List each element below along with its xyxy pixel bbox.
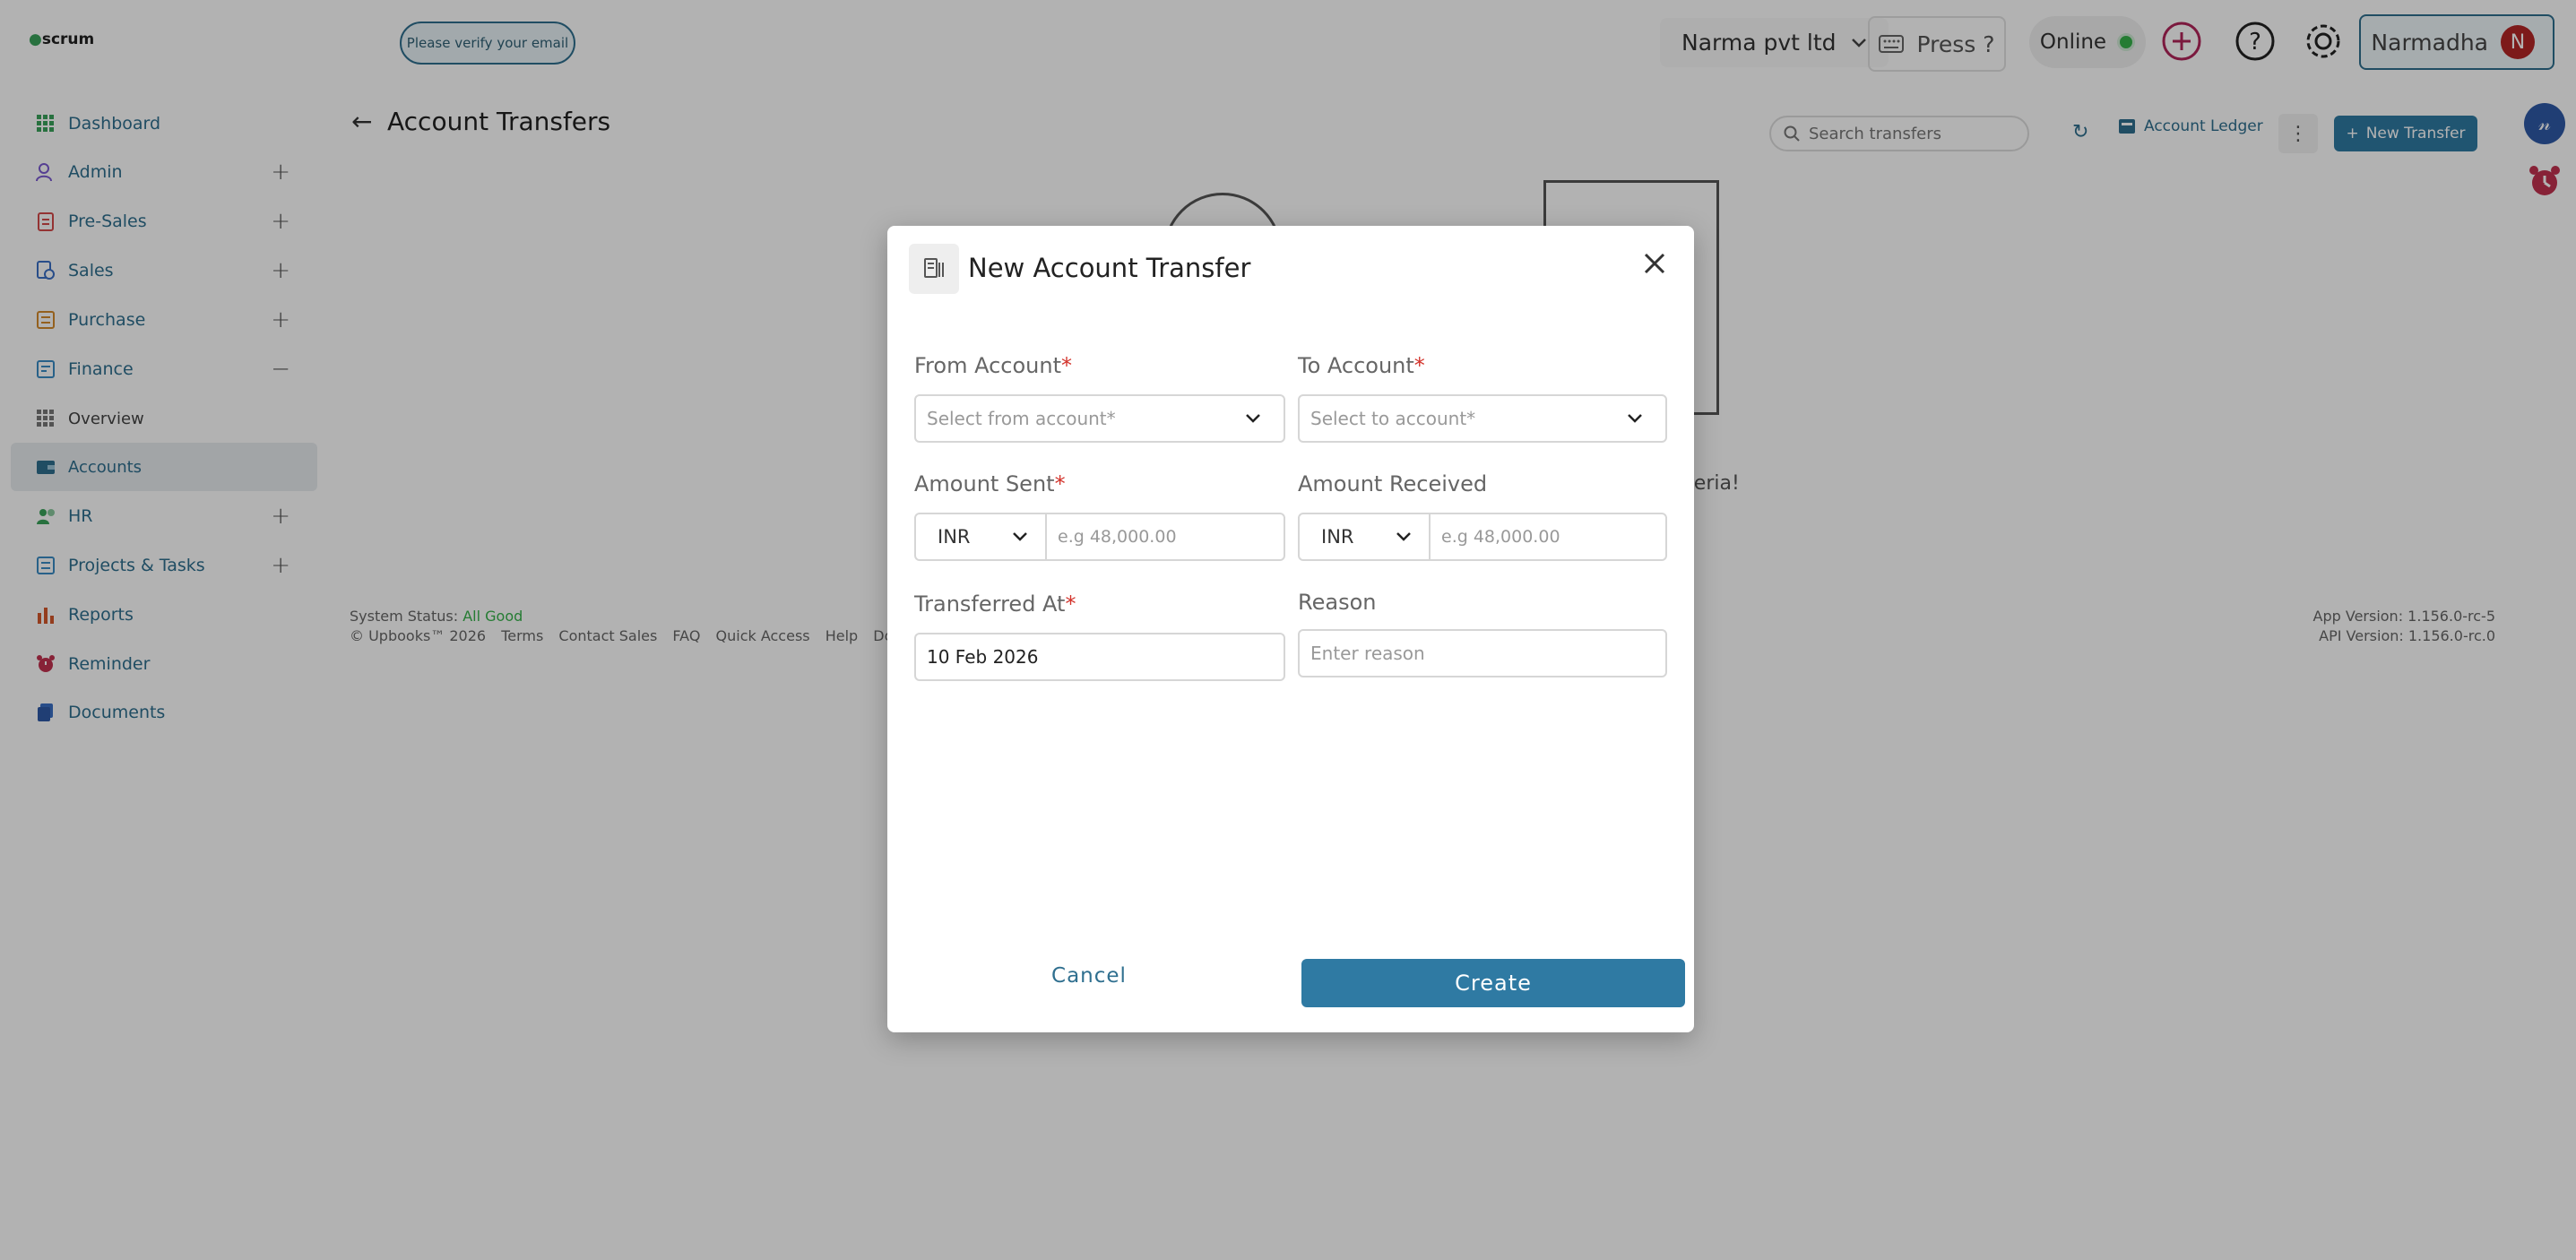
to-account-label: To Account*: [1298, 353, 1425, 378]
chevron-down-icon: [1396, 532, 1411, 541]
transferred-at-value: 10 Feb 2026: [927, 646, 1039, 668]
amount-received-label: Amount Received: [1298, 471, 1488, 496]
to-account-placeholder: Select to account*: [1310, 408, 1476, 429]
close-icon[interactable]: [1642, 251, 1667, 283]
transferred-at-label: Transferred At*: [914, 591, 1076, 617]
amount-sent-label: Amount Sent*: [914, 471, 1066, 496]
amount-sent-currency-select[interactable]: INR: [916, 514, 1047, 559]
required-mark: *: [1413, 353, 1425, 378]
amount-sent-input[interactable]: e.g 48,000.00: [1047, 514, 1177, 559]
chevron-down-icon: [1246, 414, 1260, 423]
chevron-down-icon: [1628, 414, 1642, 423]
from-account-label: From Account*: [914, 353, 1072, 378]
chevron-down-icon: [1013, 532, 1027, 541]
app-root: ●scrum Please verify your email Narma pv…: [0, 0, 2576, 1260]
amount-received-input[interactable]: e.g 48,000.00: [1431, 514, 1560, 559]
transfer-document-icon: [909, 244, 959, 294]
from-account-placeholder: Select from account*: [927, 408, 1116, 429]
currency-value: INR: [938, 526, 971, 548]
amount-received-field: INR e.g 48,000.00: [1298, 513, 1667, 561]
amount-sent-field: INR e.g 48,000.00: [914, 513, 1285, 561]
to-account-select[interactable]: Select to account*: [1298, 394, 1667, 443]
currency-value: INR: [1321, 526, 1354, 548]
reason-input[interactable]: Enter reason: [1298, 629, 1667, 677]
reason-label: Reason: [1298, 590, 1377, 615]
required-mark: *: [1061, 353, 1072, 378]
required-mark: *: [1054, 471, 1066, 496]
amount-received-currency-select[interactable]: INR: [1300, 514, 1431, 559]
reason-placeholder: Enter reason: [1310, 643, 1425, 664]
from-account-select[interactable]: Select from account*: [914, 394, 1285, 443]
transferred-at-date-input[interactable]: 10 Feb 2026: [914, 633, 1285, 681]
cancel-button[interactable]: Cancel: [1031, 954, 1147, 998]
required-mark: *: [1065, 591, 1076, 617]
create-button[interactable]: Create: [1301, 959, 1685, 1007]
dialog-title: New Account Transfer: [968, 253, 1251, 283]
new-account-transfer-dialog: New Account Transfer From Account* Selec…: [887, 226, 1694, 1032]
